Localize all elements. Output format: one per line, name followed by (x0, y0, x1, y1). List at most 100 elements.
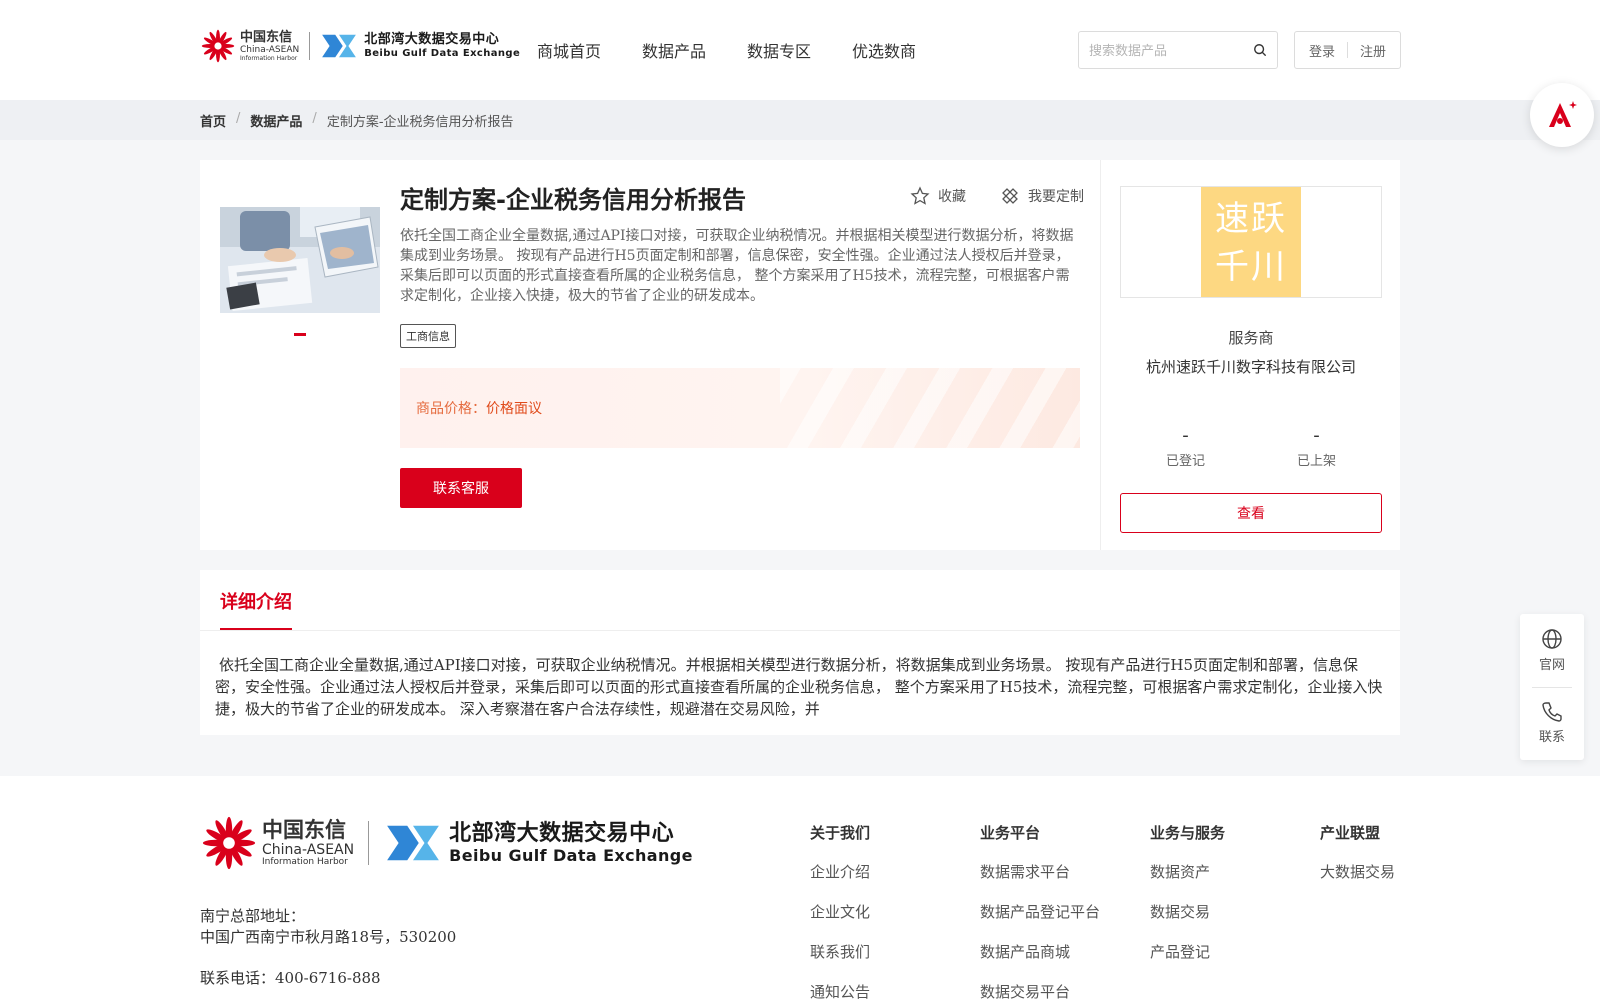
footer-col-alliance: 产业联盟 大数据交易 (1320, 822, 1395, 901)
footer-link[interactable]: 企业介绍 (810, 861, 870, 882)
carousel-indicator[interactable] (294, 333, 306, 336)
stat-listed-label: 已上架 (1296, 454, 1336, 469)
logo-divider (309, 32, 311, 60)
breadcrumb-bar: 首页 / 数据产品 / 定制方案-企业税务信用分析报告 (0, 100, 1600, 140)
footer-address-value: 中国广西南宁市秋月路18号，530200 (200, 928, 457, 946)
bx-logo-icon (320, 31, 358, 61)
search-icon[interactable] (1253, 43, 1267, 57)
footer-link[interactable]: 数据产品登记平台 (980, 901, 1100, 922)
main-nav: 商城首页 数据产品 数据专区 优选数商 (537, 38, 957, 62)
stat-listed-value: - (1313, 425, 1320, 446)
footer-link[interactable]: 产品登记 (1150, 941, 1225, 962)
nav-mall-home[interactable]: 商城首页 (537, 38, 601, 62)
nav-selected-vendors[interactable]: 优选数商 (852, 38, 916, 62)
seller-logo-frame: 速跃 千川 (1120, 186, 1382, 298)
footer-link[interactable]: 大数据交易 (1320, 861, 1395, 882)
stat-registered-label: 已登记 (1165, 454, 1205, 469)
stat-registered: - 已登记 (1166, 425, 1205, 469)
breadcrumb-home[interactable]: 首页 (200, 111, 226, 130)
customize-icon (1002, 188, 1018, 204)
china-asean-logo: 中国东信 China-ASEAN Information Harbor (200, 28, 299, 64)
site-logo[interactable]: 中国东信 China-ASEAN Information Harbor 北部湾大… (200, 28, 520, 64)
footer-logo-cn-sub2: Information Harbor (262, 856, 348, 867)
site-header: 中国东信 China-ASEAN Information Harbor 北部湾大… (0, 0, 1600, 100)
footer-link[interactable]: 联系我们 (810, 941, 870, 962)
footer-col-title: 业务与服务 (1150, 824, 1226, 842)
footer-address: 南宁总部地址： 中国广西南宁市秋月路18号，530200 (200, 906, 456, 948)
footer-link[interactable]: 通知公告 (810, 981, 870, 1000)
footer-link[interactable]: 数据交易平台 (980, 981, 1100, 1000)
footer-col-title: 关于我们 (810, 824, 871, 842)
breadcrumb-separator: / (236, 111, 241, 126)
bx-logo-icon (383, 820, 443, 866)
search-box (1078, 31, 1278, 69)
login-link[interactable]: 登录 (1309, 41, 1335, 60)
customize-button[interactable]: 我要定制 (1000, 186, 1084, 206)
stat-listed: - 已上架 (1297, 425, 1336, 469)
logo-cn-title: 中国东信 (240, 29, 293, 45)
footer-link[interactable]: 数据产品商城 (980, 941, 1100, 962)
seller-role: 服务商 (1228, 329, 1274, 347)
category-tag: 工商信息 (400, 324, 456, 348)
site-footer: 中国东信 China-ASEAN Information Harbor 北部湾大… (0, 776, 1600, 1000)
footer-col-title: 产业联盟 (1320, 824, 1381, 842)
footer-logo-cn-title: 中国东信 (262, 817, 346, 842)
view-seller-button[interactable]: 查看 (1120, 493, 1382, 533)
auth-divider (1347, 42, 1348, 58)
detail-divider (200, 630, 1400, 631)
price-box-decoration (780, 368, 1080, 448)
star-icon (910, 186, 930, 205)
nav-data-products[interactable]: 数据产品 (642, 38, 706, 62)
footer-link[interactable]: 数据交易 (1150, 901, 1225, 922)
tab-detail[interactable]: 详细介绍 (220, 588, 292, 630)
breadcrumb-current: 定制方案-企业税务信用分析报告 (326, 115, 514, 130)
logo-cn-sub1: China-ASEAN (240, 44, 300, 55)
seller-logo[interactable]: 速跃 千川 (1201, 187, 1301, 297)
footer-link[interactable]: 数据需求平台 (980, 861, 1100, 882)
product-description: 依托全国工商企业全量数据,通过API接口对接，可获取企业纳税情况。并根据相关模型… (400, 228, 1074, 304)
breadcrumb: 首页 / 数据产品 / 定制方案-企业税务信用分析报告 (200, 111, 514, 130)
phone-icon (1542, 702, 1562, 722)
footer-link[interactable]: 企业文化 (810, 901, 870, 922)
official-site-button[interactable]: 官网 (1520, 628, 1584, 673)
footer-logo-cn-sub1: China-ASEAN (262, 841, 355, 858)
search-input[interactable] (1079, 32, 1239, 68)
logo-bx-sub: Beibu Gulf Data Exchange (364, 48, 521, 59)
side-float-bar: 官网 联系 (1520, 614, 1584, 760)
ai-assistant-button[interactable] (1530, 83, 1594, 147)
contact-service-button[interactable]: 联系客服 (400, 468, 522, 508)
price-box: 商品价格：价格面议 (400, 368, 1080, 448)
footer-logo-bx-title: 北部湾大数据交易中心 (449, 820, 675, 846)
footer-address-label: 南宁总部地址： (200, 907, 306, 925)
footer-col-about: 关于我们 企业介绍 企业文化 联系我们 通知公告 (810, 822, 870, 1000)
footer-col-platform: 业务平台 数据需求平台 数据产品登记平台 数据产品商城 数据交易平台 (980, 822, 1100, 1000)
breadcrumb-separator: / (312, 111, 317, 126)
detail-text: 依托全国工商企业全量数据,通过API接口对接，可获取企业纳税情况。并根据相关模型… (215, 656, 1383, 718)
product-actions: 收藏 我要定制 (910, 186, 1084, 206)
price-label: 商品价格： (416, 401, 486, 417)
product-image[interactable] (220, 207, 380, 313)
footer-link[interactable]: 数据资产 (1150, 861, 1225, 882)
product-card: 定制方案-企业税务信用分析报告 收藏 我要定制 依托全国工商企业全量数据,通过A… (200, 160, 1400, 550)
seller-stats: - 已登记 - 已上架 (1120, 425, 1382, 469)
globe-icon (1542, 629, 1562, 649)
favorite-button[interactable]: 收藏 (910, 186, 966, 206)
footer-logo: 中国东信 China-ASEAN Information Harbor 北部湾大… (200, 814, 693, 872)
breadcrumb-section[interactable]: 数据产品 (250, 111, 302, 130)
footer-logo-divider (368, 821, 370, 865)
ai-assistant-icon (1549, 101, 1577, 127)
seller-logo-line2: 千川 (1215, 247, 1287, 287)
stat-registered-value: - (1182, 425, 1189, 446)
footer-phone: 联系电话：400-6716-888 (200, 969, 381, 987)
nav-data-zone[interactable]: 数据专区 (747, 38, 811, 62)
detail-section: 详细介绍 依托全国工商企业全量数据,通过API接口对接，可获取企业纳税情况。并根… (200, 570, 1400, 735)
official-site-label: 官网 (1538, 658, 1565, 673)
register-link[interactable]: 注册 (1360, 41, 1386, 60)
seller-panel: 速跃 千川 服务商 杭州速跃千川数字科技有限公司 - 已登记 - 已上架 查看 (1120, 186, 1382, 533)
seller-logo-line1: 速跃 (1215, 199, 1287, 239)
footer-china-asean-logo: 中国东信 China-ASEAN Information Harbor (200, 814, 354, 872)
contact-button[interactable]: 联系 (1520, 700, 1584, 745)
card-divider (1100, 160, 1101, 550)
auth-box: 登录 注册 (1294, 31, 1401, 69)
product-title: 定制方案-企业税务信用分析报告 (400, 186, 746, 214)
